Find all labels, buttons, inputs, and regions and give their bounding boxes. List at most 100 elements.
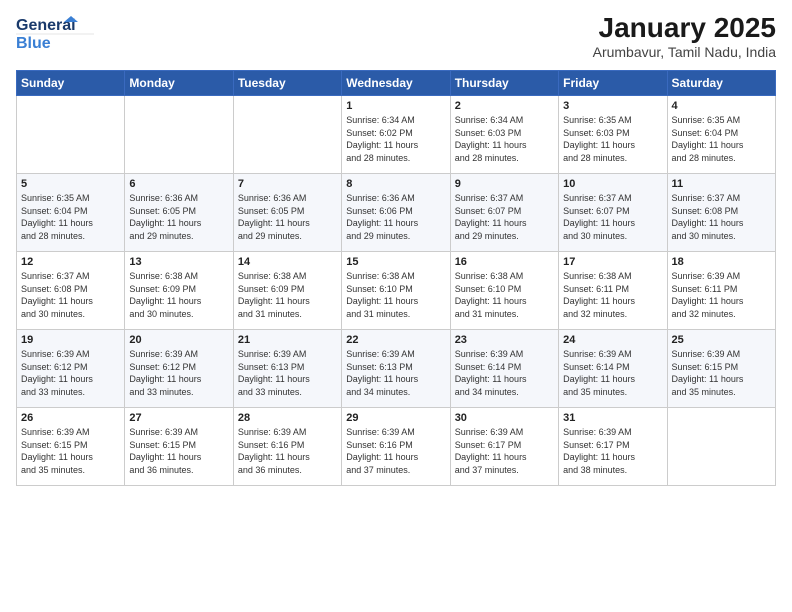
calendar-cell: 22 Sunrise: 6:39 AM Sunset: 6:13 PM Dayli… <box>342 330 450 408</box>
header-row: Sunday Monday Tuesday Wednesday Thursday… <box>17 71 776 96</box>
calendar-cell: 16 Sunrise: 6:38 AM Sunset: 6:10 PM Dayli… <box>450 252 558 330</box>
calendar-cell: 12 Sunrise: 6:37 AM Sunset: 6:08 PM Dayli… <box>17 252 125 330</box>
day-number: 11 <box>672 178 771 190</box>
calendar-cell <box>667 408 775 486</box>
calendar-cell: 19 Sunrise: 6:39 AM Sunset: 6:12 PM Dayli… <box>17 330 125 408</box>
day-number: 22 <box>346 334 445 346</box>
page: General Blue January 2025 Arumbavur, Tam… <box>0 0 792 612</box>
day-info: Sunrise: 6:39 AM Sunset: 6:15 PM Dayligh… <box>672 348 771 398</box>
col-monday: Monday <box>125 71 233 96</box>
day-number: 16 <box>455 256 554 268</box>
logo: General Blue <box>16 12 96 52</box>
day-number: 8 <box>346 178 445 190</box>
day-info: Sunrise: 6:39 AM Sunset: 6:11 PM Dayligh… <box>672 270 771 320</box>
day-number: 5 <box>21 178 120 190</box>
day-number: 7 <box>238 178 337 190</box>
day-info: Sunrise: 6:37 AM Sunset: 6:08 PM Dayligh… <box>21 270 120 320</box>
calendar-cell <box>17 96 125 174</box>
col-tuesday: Tuesday <box>233 71 341 96</box>
day-number: 17 <box>563 256 662 268</box>
day-info: Sunrise: 6:37 AM Sunset: 6:07 PM Dayligh… <box>563 192 662 242</box>
day-info: Sunrise: 6:34 AM Sunset: 6:03 PM Dayligh… <box>455 114 554 164</box>
calendar-cell: 8 Sunrise: 6:36 AM Sunset: 6:06 PM Daylig… <box>342 174 450 252</box>
calendar-cell: 17 Sunrise: 6:38 AM Sunset: 6:11 PM Dayli… <box>559 252 667 330</box>
day-info: Sunrise: 6:39 AM Sunset: 6:13 PM Dayligh… <box>238 348 337 398</box>
day-number: 3 <box>563 100 662 112</box>
day-info: Sunrise: 6:35 AM Sunset: 6:03 PM Dayligh… <box>563 114 662 164</box>
day-info: Sunrise: 6:36 AM Sunset: 6:05 PM Dayligh… <box>129 192 228 242</box>
calendar-title: January 2025 <box>593 12 776 44</box>
day-info: Sunrise: 6:38 AM Sunset: 6:09 PM Dayligh… <box>238 270 337 320</box>
calendar-cell: 27 Sunrise: 6:39 AM Sunset: 6:15 PM Dayli… <box>125 408 233 486</box>
day-number: 23 <box>455 334 554 346</box>
day-info: Sunrise: 6:39 AM Sunset: 6:15 PM Dayligh… <box>129 426 228 476</box>
day-info: Sunrise: 6:39 AM Sunset: 6:17 PM Dayligh… <box>455 426 554 476</box>
day-number: 13 <box>129 256 228 268</box>
calendar-cell: 11Sunrise: 6:37 AM Sunset: 6:08 PM Dayli… <box>667 174 775 252</box>
day-info: Sunrise: 6:39 AM Sunset: 6:14 PM Dayligh… <box>455 348 554 398</box>
day-number: 26 <box>21 412 120 424</box>
col-saturday: Saturday <box>667 71 775 96</box>
calendar-week-4: 19 Sunrise: 6:39 AM Sunset: 6:12 PM Dayli… <box>17 330 776 408</box>
calendar-cell: 29Sunrise: 6:39 AM Sunset: 6:16 PM Dayli… <box>342 408 450 486</box>
col-friday: Friday <box>559 71 667 96</box>
day-info: Sunrise: 6:35 AM Sunset: 6:04 PM Dayligh… <box>672 114 771 164</box>
day-number: 10 <box>563 178 662 190</box>
day-number: 12 <box>21 256 120 268</box>
day-number: 27 <box>129 412 228 424</box>
calendar-cell: 31 Sunrise: 6:39 AM Sunset: 6:17 PM Dayli… <box>559 408 667 486</box>
calendar-subtitle: Arumbavur, Tamil Nadu, India <box>593 44 776 60</box>
day-number: 20 <box>129 334 228 346</box>
col-sunday: Sunday <box>17 71 125 96</box>
calendar-cell: 13Sunrise: 6:38 AM Sunset: 6:09 PM Dayli… <box>125 252 233 330</box>
day-info: Sunrise: 6:38 AM Sunset: 6:11 PM Dayligh… <box>563 270 662 320</box>
day-info: Sunrise: 6:34 AM Sunset: 6:02 PM Dayligh… <box>346 114 445 164</box>
day-info: Sunrise: 6:39 AM Sunset: 6:16 PM Dayligh… <box>238 426 337 476</box>
day-info: Sunrise: 6:38 AM Sunset: 6:10 PM Dayligh… <box>455 270 554 320</box>
calendar-cell: 20 Sunrise: 6:39 AM Sunset: 6:12 PM Dayli… <box>125 330 233 408</box>
calendar-cell: 2 Sunrise: 6:34 AM Sunset: 6:03 PM Daylig… <box>450 96 558 174</box>
day-number: 30 <box>455 412 554 424</box>
day-number: 14 <box>238 256 337 268</box>
day-number: 19 <box>21 334 120 346</box>
day-number: 2 <box>455 100 554 112</box>
svg-text:General: General <box>16 17 76 34</box>
header: General Blue January 2025 Arumbavur, Tam… <box>16 12 776 60</box>
day-number: 9 <box>455 178 554 190</box>
day-info: Sunrise: 6:36 AM Sunset: 6:06 PM Dayligh… <box>346 192 445 242</box>
day-number: 24 <box>563 334 662 346</box>
day-info: Sunrise: 6:35 AM Sunset: 6:04 PM Dayligh… <box>21 192 120 242</box>
day-info: Sunrise: 6:36 AM Sunset: 6:05 PM Dayligh… <box>238 192 337 242</box>
calendar-cell: 9 Sunrise: 6:37 AM Sunset: 6:07 PM Daylig… <box>450 174 558 252</box>
calendar-cell: 18 Sunrise: 6:39 AM Sunset: 6:11 PM Dayli… <box>667 252 775 330</box>
day-number: 31 <box>563 412 662 424</box>
calendar-cell: 28 Sunrise: 6:39 AM Sunset: 6:16 PM Dayli… <box>233 408 341 486</box>
day-number: 18 <box>672 256 771 268</box>
day-info: Sunrise: 6:39 AM Sunset: 6:16 PM Dayligh… <box>346 426 445 476</box>
calendar-cell <box>125 96 233 174</box>
calendar-cell: 7 Sunrise: 6:36 AM Sunset: 6:05 PM Daylig… <box>233 174 341 252</box>
title-block: January 2025 Arumbavur, Tamil Nadu, Indi… <box>593 12 776 60</box>
calendar-week-1: 1 Sunrise: 6:34 AM Sunset: 6:02 PM Daylig… <box>17 96 776 174</box>
day-info: Sunrise: 6:39 AM Sunset: 6:17 PM Dayligh… <box>563 426 662 476</box>
calendar-cell: 6 Sunrise: 6:36 AM Sunset: 6:05 PM Daylig… <box>125 174 233 252</box>
col-thursday: Thursday <box>450 71 558 96</box>
col-wednesday: Wednesday <box>342 71 450 96</box>
calendar-cell: 14 Sunrise: 6:38 AM Sunset: 6:09 PM Dayli… <box>233 252 341 330</box>
calendar-cell: 5 Sunrise: 6:35 AM Sunset: 6:04 PM Daylig… <box>17 174 125 252</box>
day-info: Sunrise: 6:37 AM Sunset: 6:07 PM Dayligh… <box>455 192 554 242</box>
calendar-cell: 10 Sunrise: 6:37 AM Sunset: 6:07 PM Dayli… <box>559 174 667 252</box>
day-number: 25 <box>672 334 771 346</box>
calendar-cell: 4 Sunrise: 6:35 AM Sunset: 6:04 PM Daylig… <box>667 96 775 174</box>
day-number: 6 <box>129 178 228 190</box>
day-number: 1 <box>346 100 445 112</box>
calendar-body: 1 Sunrise: 6:34 AM Sunset: 6:02 PM Daylig… <box>17 96 776 486</box>
day-info: Sunrise: 6:39 AM Sunset: 6:13 PM Dayligh… <box>346 348 445 398</box>
day-info: Sunrise: 6:39 AM Sunset: 6:12 PM Dayligh… <box>129 348 228 398</box>
day-number: 4 <box>672 100 771 112</box>
day-info: Sunrise: 6:39 AM Sunset: 6:15 PM Dayligh… <box>21 426 120 476</box>
calendar-cell: 23 Sunrise: 6:39 AM Sunset: 6:14 PM Dayli… <box>450 330 558 408</box>
day-info: Sunrise: 6:39 AM Sunset: 6:12 PM Dayligh… <box>21 348 120 398</box>
day-number: 15 <box>346 256 445 268</box>
day-number: 28 <box>238 412 337 424</box>
